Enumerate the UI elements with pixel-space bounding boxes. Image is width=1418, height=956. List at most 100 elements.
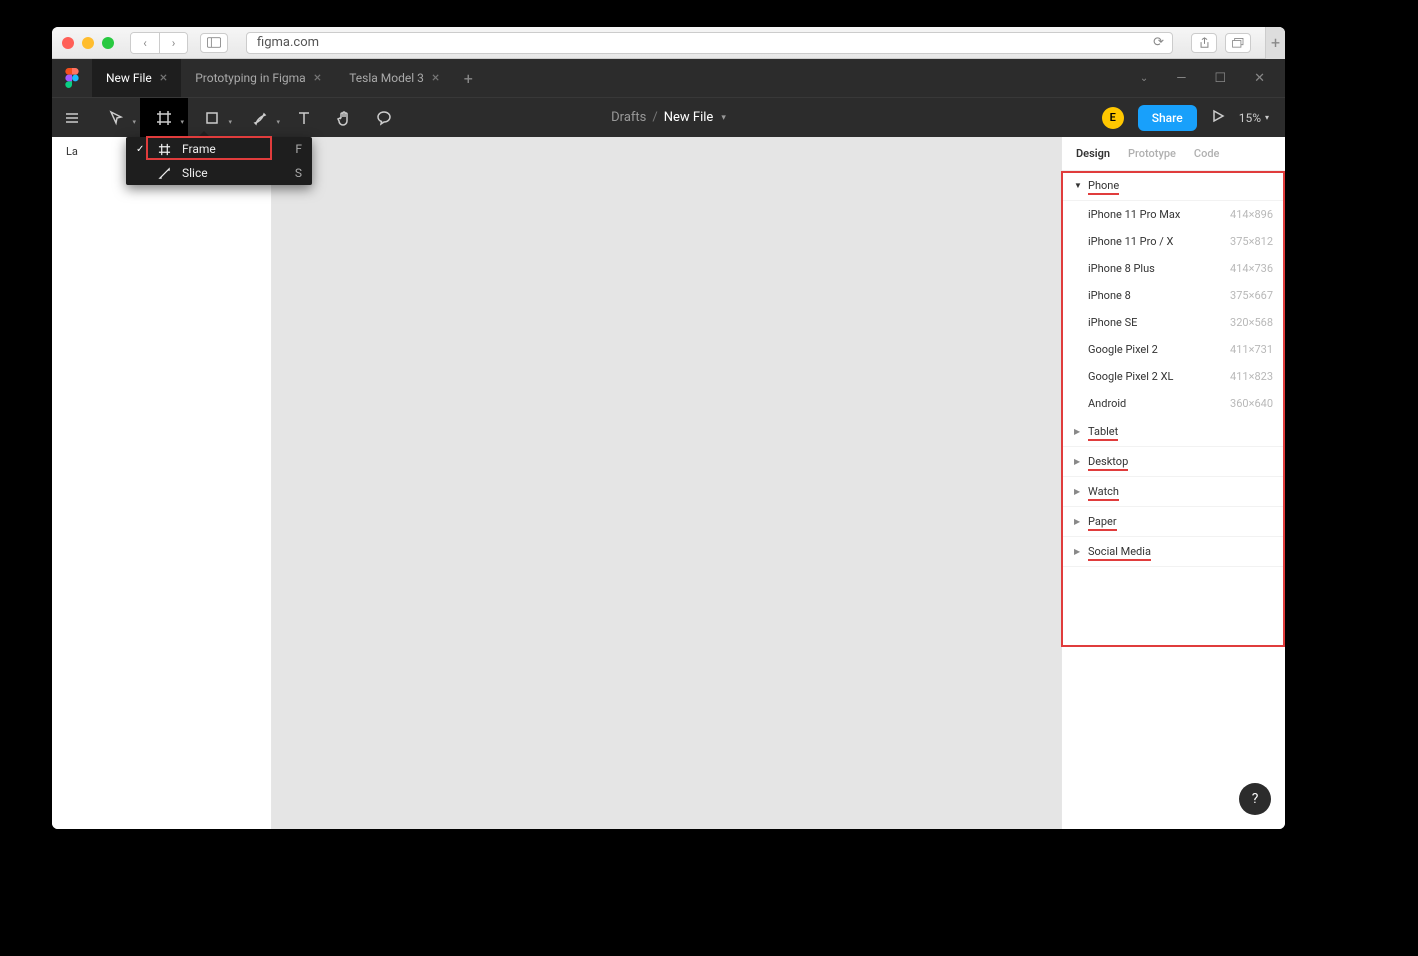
share-browser-icon[interactable] (1191, 33, 1217, 53)
canvas[interactable] (272, 137, 1061, 829)
dropdown-label: Slice (182, 166, 208, 180)
close-icon[interactable]: ✕ (1254, 71, 1265, 86)
preset-item-name: iPhone 11 Pro Max (1088, 208, 1180, 221)
figma-tabs-bar: New File × Prototyping in Figma × Tesla … (52, 59, 1285, 97)
frame-tool-dropdown: ✓ Frame F Slice S (126, 137, 312, 185)
minimize-window-icon[interactable] (82, 37, 94, 49)
preset-item[interactable]: Google Pixel 2 XL411×823 (1062, 363, 1285, 390)
panel-tabs: Design Prototype Code (1062, 137, 1285, 171)
triangle-right-icon: ▶ (1074, 547, 1082, 556)
preset-section-desktop[interactable]: ▶Desktop (1062, 447, 1285, 477)
layers-panel: La (52, 137, 272, 829)
dropdown-shortcut: F (295, 142, 302, 156)
zoom-control[interactable]: 15% ▾ (1239, 111, 1269, 125)
preset-item[interactable]: Android 360×640 (1062, 390, 1285, 417)
back-button[interactable]: ‹ (131, 33, 159, 53)
preset-item[interactable]: iPhone SE 320×568 (1062, 309, 1285, 336)
frame-tool[interactable]: ▾ (140, 98, 188, 138)
preset-item-name: Google Pixel 2 XL (1088, 370, 1173, 383)
preset-section-label: Watch (1088, 485, 1119, 498)
preset-item[interactable]: iPhone 8 Plus414×736 (1062, 255, 1285, 282)
tab-label: Tesla Model 3 (349, 71, 424, 85)
triangle-right-icon: ▶ (1074, 487, 1082, 496)
present-icon[interactable] (1211, 108, 1225, 127)
chevron-down-icon[interactable]: ⌄ (1140, 73, 1148, 84)
new-browser-tab[interactable]: + (1265, 27, 1285, 59)
chevron-down-icon: ▾ (228, 118, 232, 126)
preset-item-dimensions: 375×812 (1230, 235, 1273, 248)
dropdown-shortcut: S (295, 166, 302, 180)
chevron-down-icon: ▾ (180, 118, 184, 126)
hand-tool[interactable] (324, 98, 364, 138)
chevron-down-icon: ▾ (276, 118, 280, 126)
preset-item-name: iPhone 8 Plus (1088, 262, 1155, 275)
layers-label: La (66, 145, 78, 158)
shape-tool[interactable]: ▾ (188, 98, 236, 138)
browser-right-controls (1191, 33, 1251, 53)
design-panel: Design Prototype Code ▼ Phone iPhone 11 Pr… (1061, 137, 1285, 829)
sidebar-toggle-icon[interactable] (200, 33, 228, 53)
chevron-down-icon: ▾ (721, 113, 726, 123)
dropdown-label: Frame (182, 142, 216, 156)
breadcrumb-separator: / (652, 110, 657, 125)
toolbar-right: E Share 15% ▾ (1102, 105, 1285, 131)
tab-tesla[interactable]: Tesla Model 3 × (335, 59, 453, 97)
url-bar[interactable]: figma.com ⟳ (246, 32, 1173, 54)
close-icon[interactable]: × (432, 70, 439, 86)
toolbar: ▾ ▾ ▾ ▾ Drafts (52, 97, 1285, 137)
preset-section-watch[interactable]: ▶ Watch (1062, 477, 1285, 507)
avatar[interactable]: E (1102, 107, 1124, 129)
preset-item[interactable]: iPhone 11 Pro Max414×896 (1062, 201, 1285, 228)
help-button[interactable]: ? (1239, 783, 1271, 815)
forward-button[interactable]: › (159, 33, 187, 53)
dropdown-item-slice[interactable]: Slice S (126, 161, 312, 185)
dropdown-item-frame[interactable]: ✓ Frame F (126, 137, 312, 161)
preset-item-dimensions: 360×640 (1230, 397, 1273, 410)
move-tool[interactable]: ▾ (92, 98, 140, 138)
preset-section-label: Phone (1088, 179, 1119, 192)
share-button[interactable]: Share (1138, 105, 1197, 131)
text-tool[interactable] (284, 98, 324, 138)
preset-item-name: iPhone 8 (1088, 289, 1131, 302)
new-tab-button[interactable]: + (453, 69, 483, 88)
minimize-icon[interactable]: — (1176, 71, 1186, 86)
preset-section-phone[interactable]: ▼ Phone (1062, 171, 1285, 201)
tab-design[interactable]: Design (1076, 147, 1110, 160)
close-window-icon[interactable] (62, 37, 74, 49)
tab-label: New File (106, 71, 152, 85)
maximize-window-icon[interactable] (102, 37, 114, 49)
preset-item-name: Android (1088, 397, 1126, 410)
reload-icon[interactable]: ⟳ (1153, 35, 1164, 50)
preset-section-social-media[interactable]: ▶Social Media (1062, 537, 1285, 567)
breadcrumb-file: New File (664, 110, 714, 125)
close-icon[interactable]: × (314, 70, 321, 86)
tab-new-file[interactable]: New File × (92, 59, 181, 97)
pen-tool[interactable]: ▾ (236, 98, 284, 138)
app-window: ‹ › figma.com ⟳ + New File × P (52, 27, 1285, 829)
tabs-browser-icon[interactable] (1225, 33, 1251, 53)
frame-presets: ▼ Phone iPhone 11 Pro Max414×896iPhone 11 … (1062, 171, 1285, 567)
preset-item[interactable]: iPhone 11 Pro / X375×812 (1062, 228, 1285, 255)
preset-item-name: Google Pixel 2 (1088, 343, 1158, 356)
preset-item[interactable]: iPhone 8375×667 (1062, 282, 1285, 309)
nav-buttons: ‹ › (130, 32, 188, 54)
tab-code[interactable]: Code (1194, 147, 1220, 160)
tab-prototyping[interactable]: Prototyping in Figma × (181, 59, 335, 97)
triangle-down-icon: ▼ (1074, 181, 1082, 190)
breadcrumb[interactable]: Drafts / New File ▾ (611, 110, 726, 125)
menu-button[interactable] (52, 98, 92, 138)
preset-section-label: Paper (1088, 515, 1117, 528)
chevron-down-icon: ▾ (1265, 113, 1269, 122)
preset-section-paper[interactable]: ▶Paper (1062, 507, 1285, 537)
tab-prototype[interactable]: Prototype (1128, 147, 1176, 160)
close-icon[interactable]: × (160, 70, 167, 86)
preset-section-tablet[interactable]: ▶Tablet (1062, 417, 1285, 447)
comment-tool[interactable] (364, 98, 404, 138)
browser-chrome: ‹ › figma.com ⟳ + (52, 27, 1285, 59)
preset-item-dimensions: 320×568 (1230, 316, 1273, 329)
slice-icon (158, 167, 172, 180)
preset-item-name: iPhone SE (1088, 316, 1137, 329)
preset-item[interactable]: Google Pixel 2411×731 (1062, 336, 1285, 363)
maximize-icon[interactable]: ☐ (1214, 71, 1226, 86)
figma-logo-icon[interactable] (52, 68, 92, 88)
